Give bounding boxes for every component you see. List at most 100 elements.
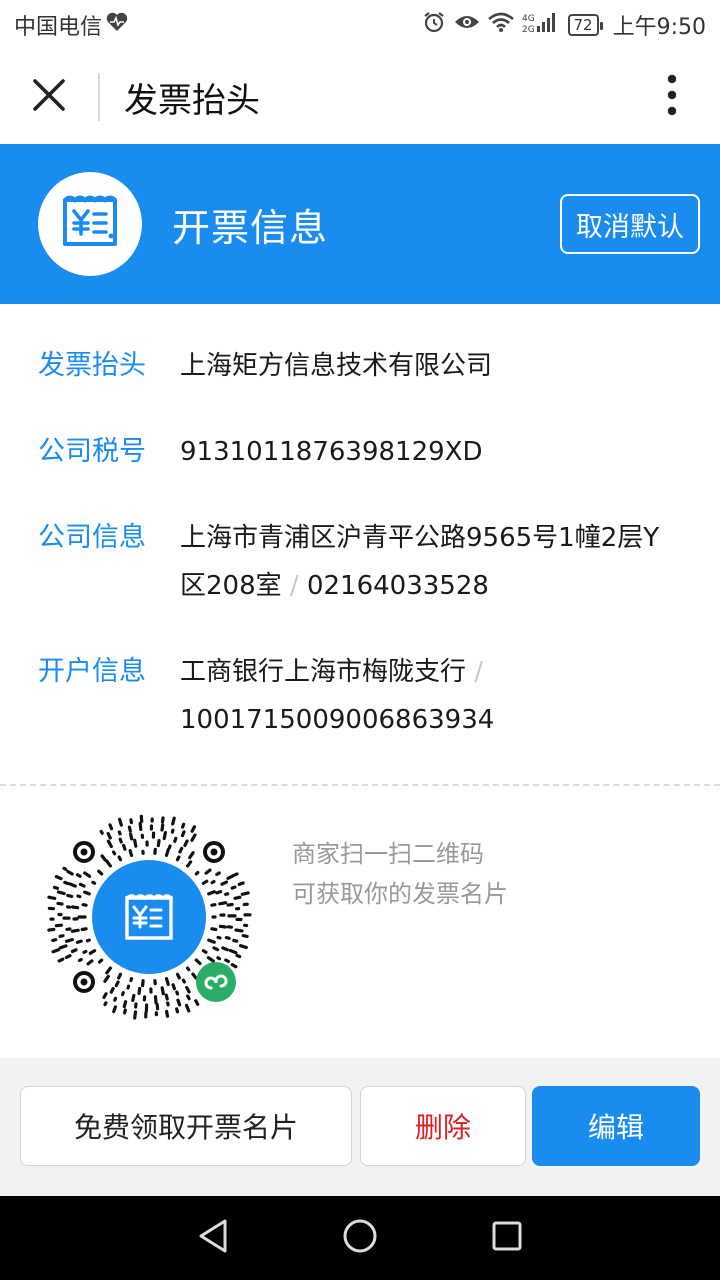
qr-mark <box>226 902 234 907</box>
home-icon[interactable] <box>342 1218 378 1258</box>
qr-hint: 商家扫一扫二维码 可获取你的发票名片 <box>292 834 508 914</box>
qr-mark <box>215 871 221 877</box>
qr-mark <box>178 846 184 854</box>
bank-info-label: 开户信息 <box>38 656 146 687</box>
qr-mark <box>201 879 209 885</box>
wifi-icon <box>487 12 514 38</box>
back-icon[interactable] <box>197 1218 229 1258</box>
qr-mark <box>201 949 208 954</box>
title-divider <box>98 73 100 121</box>
delete-button[interactable]: 删除 <box>360 1086 526 1166</box>
qr-mark <box>164 1009 170 1018</box>
close-button[interactable] <box>0 50 98 144</box>
qr-mark <box>97 958 104 964</box>
qr-mark <box>207 890 216 896</box>
cancel-default-button[interactable]: 取消默认 <box>560 194 700 254</box>
qr-mark <box>232 938 239 943</box>
qr-mark <box>237 881 245 887</box>
qr-mark <box>164 977 170 986</box>
qr-mark <box>117 972 123 980</box>
qr-mark <box>160 823 165 832</box>
qr-mark <box>129 977 134 983</box>
qr-mark <box>76 894 82 899</box>
qr-mark <box>86 959 94 966</box>
qr-mark <box>221 946 229 952</box>
qr-mark <box>175 990 180 996</box>
qr-mark <box>102 992 108 999</box>
qr-mark <box>235 953 242 959</box>
more-vertical-icon <box>667 74 677 120</box>
qr-mark <box>56 890 66 896</box>
qr-mark <box>54 874 63 881</box>
qr-mark <box>153 995 158 1005</box>
row-company-info: 公司信息 上海市青浦区沪青平公路9565号1幢2层Y区208室 / 021640… <box>0 514 720 610</box>
qr-mark <box>97 869 104 876</box>
clock-label: 上午9:50 <box>612 15 706 40</box>
qr-mark <box>111 850 117 856</box>
qr-mark <box>129 818 134 825</box>
mini-program-code[interactable] <box>44 812 254 1022</box>
qr-mark <box>133 1010 138 1020</box>
qr-mark <box>218 901 228 906</box>
miniprogram-icon <box>196 962 236 1002</box>
qr-mark <box>212 946 220 952</box>
qr-mark <box>175 972 181 980</box>
invoice-avatar <box>38 172 142 276</box>
qr-mark <box>54 923 63 928</box>
qr-mark <box>164 848 170 858</box>
action-bar: 免费领取开票名片 删除 编辑 <box>0 1058 720 1196</box>
qr-mark <box>216 956 222 961</box>
carrier-label: 中国电信 <box>14 15 103 40</box>
tax-number-label: 公司税号 <box>38 436 146 467</box>
qr-mark <box>99 829 104 835</box>
eye-icon <box>454 12 480 38</box>
qr-mark <box>133 838 138 848</box>
qr-mark <box>126 984 131 990</box>
qr-mark <box>186 966 191 972</box>
qr-mark <box>122 1008 127 1015</box>
qr-mark <box>171 816 176 826</box>
qr-mark <box>85 938 91 943</box>
qr-mark <box>206 956 215 963</box>
qr-mark <box>224 958 230 964</box>
company-phone: 02164033528 <box>306 571 489 601</box>
recents-icon[interactable] <box>491 1220 523 1256</box>
qr-mark <box>131 993 136 1002</box>
invoice-title-label: 发票抬头 <box>38 350 146 381</box>
qr-mark <box>66 869 74 876</box>
qr-mark <box>190 825 196 833</box>
qr-mark <box>176 998 182 1007</box>
qr-mark <box>52 885 59 890</box>
qr-mark <box>83 890 91 896</box>
edit-button[interactable]: 编辑 <box>532 1086 700 1166</box>
qr-mark <box>63 880 70 886</box>
get-invoice-card-button[interactable]: 免费领取开票名片 <box>20 1086 352 1166</box>
qr-mark <box>70 948 78 954</box>
qr-hint-line1: 商家扫一扫二维码 <box>292 840 484 868</box>
qr-mark <box>81 903 88 907</box>
qr-mark <box>117 855 123 862</box>
qr-mark <box>156 839 161 848</box>
separator: / <box>289 571 299 601</box>
bank-info-value: 工商银行上海市梅陇支行 / 1001715009006863934 <box>180 648 682 744</box>
qr-mark <box>181 978 186 984</box>
qr-mark <box>56 901 64 906</box>
qr-mark <box>183 839 189 848</box>
qr-mark <box>218 924 227 929</box>
qr-mark <box>57 957 65 963</box>
company-info-value: 上海市青浦区沪青平公路9565号1幢2层Y区208室 / 02164033528 <box>180 514 682 610</box>
qr-mark <box>47 895 57 901</box>
signal-icon: 4G 2G <box>522 11 560 39</box>
qr-mark <box>82 949 88 954</box>
qr-mark <box>118 837 123 844</box>
qr-mark <box>112 1005 118 1014</box>
qr-mark <box>234 928 244 933</box>
qr-mark <box>105 966 113 975</box>
qr-mark <box>226 873 235 880</box>
company-info-label: 公司信息 <box>38 522 146 553</box>
row-bank-info: 开户信息 工商银行上海市梅陇支行 / 1001715009006863934 <box>0 648 720 744</box>
more-button[interactable] <box>624 50 720 144</box>
qr-mark <box>117 830 122 836</box>
qr-mark <box>62 866 68 871</box>
heart-icon <box>106 12 128 38</box>
